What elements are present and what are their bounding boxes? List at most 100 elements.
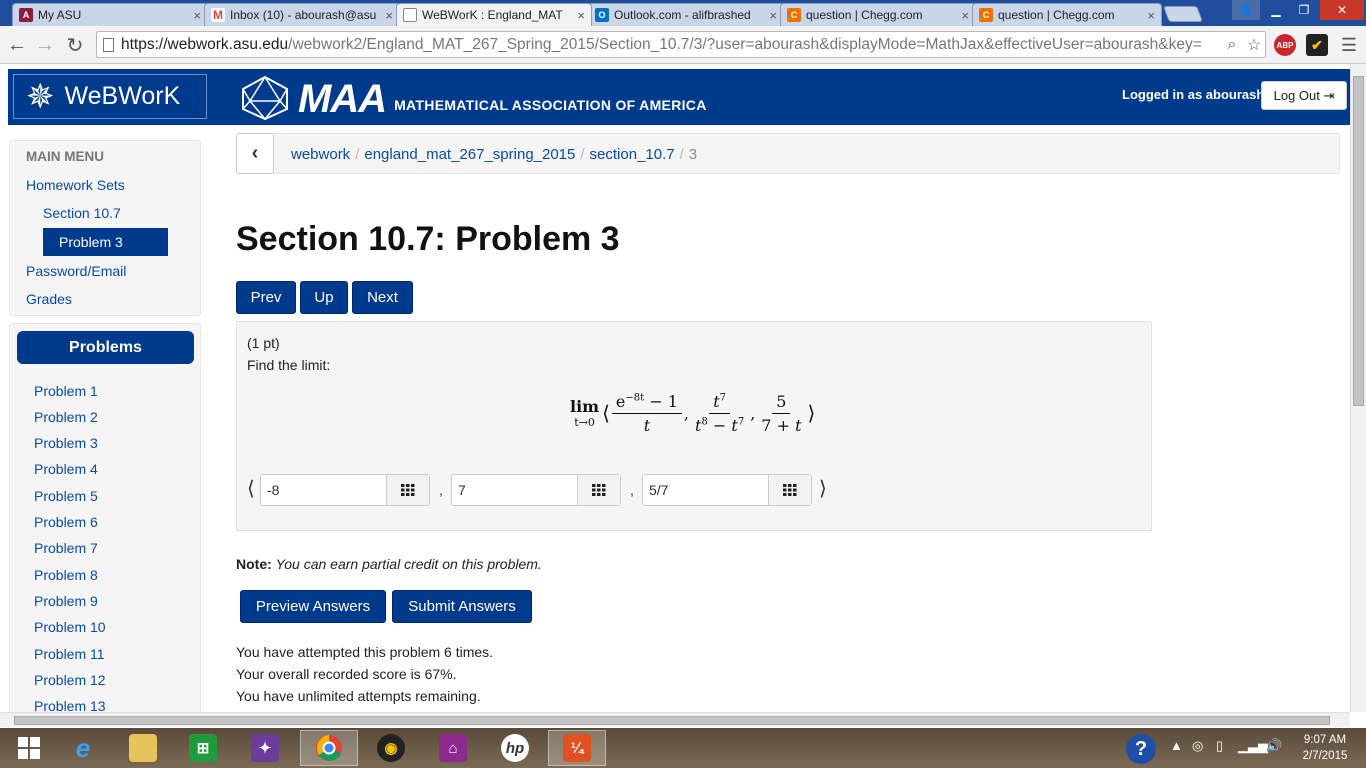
problem-link-7[interactable]: Problem 7 (34, 540, 98, 556)
problem-body: (1 pt) Find the limit: lim t→0 ⟨ e−8t − 1… (236, 321, 1152, 531)
zoom-icon[interactable]: ⌕ (1221, 32, 1243, 57)
problem-link-8[interactable]: Problem 8 (34, 567, 98, 583)
taskbar-app-projector[interactable]: ⌂ (424, 730, 482, 766)
answer-input-1[interactable] (261, 475, 388, 505)
new-tab-button[interactable] (1163, 6, 1203, 22)
puzzle-icon: ✦ (251, 734, 279, 762)
problem-link-1[interactable]: Problem 1 (34, 383, 98, 399)
projector-icon: ⌂ (439, 734, 467, 762)
tab-gmail[interactable]: M Inbox (10) - abourash@asu × (204, 3, 400, 26)
webwork-logo[interactable]: ✵ WeBWorK (13, 74, 207, 119)
logout-button[interactable]: Log Out ⇥ (1261, 81, 1347, 110)
close-icon[interactable]: × (1147, 8, 1155, 23)
volume-icon[interactable]: 🔊 (1266, 738, 1282, 754)
keypad-icon[interactable] (386, 475, 429, 505)
taskbar-hp[interactable]: hp (486, 730, 544, 766)
disc-icon: ◉ (377, 734, 405, 762)
adblock-icon[interactable]: ABP (1274, 34, 1296, 56)
problem-link-10[interactable]: Problem 10 (34, 619, 106, 635)
bookmark-star-icon[interactable]: ☆ (1243, 32, 1265, 57)
help-icon[interactable]: ? (1126, 734, 1156, 764)
folder-icon (129, 734, 157, 762)
answer-input-2[interactable] (452, 475, 579, 505)
answer-input-3[interactable] (643, 475, 770, 505)
prev-button[interactable]: Prev (236, 281, 296, 314)
windows-taskbar: e ⊞ ✦ ◉ ⌂ hp ¼ ? ▲ ◎ ▯ ▁▃▅ 🔊 9:07 AM 2/7… (0, 728, 1366, 768)
tab-outlook[interactable]: O Outlook.com - alifbrashed × (588, 3, 784, 26)
asu-icon: A (19, 8, 33, 22)
reload-icon[interactable]: ↻ (62, 32, 88, 58)
close-icon[interactable]: × (769, 8, 777, 23)
problem-link-3[interactable]: Problem 3 (34, 435, 98, 451)
problem-link-9[interactable]: Problem 9 (34, 593, 98, 609)
window-close-icon[interactable]: ✕ (1320, 0, 1364, 20)
chrome-icon (316, 735, 342, 761)
next-button[interactable]: Next (352, 281, 413, 314)
horizontal-scrollbar[interactable] (0, 712, 1350, 727)
preview-answers-button[interactable]: Preview Answers (240, 590, 386, 623)
restore-icon[interactable]: ❐ (1290, 0, 1318, 20)
taskbar-explorer[interactable] (114, 730, 172, 766)
sidebar-item-homework-sets[interactable]: Homework Sets (26, 177, 125, 193)
browser-toolbar: ← → ↻ https://webwork.asu.edu/webwork2/E… (0, 26, 1366, 64)
system-clock[interactable]: 9:07 AM 2/7/2015 (1292, 732, 1358, 764)
star-logo-icon: ✵ (26, 77, 55, 116)
main-menu-title: MAIN MENU (26, 149, 104, 164)
tab-my-asu[interactable]: A My ASU × (12, 3, 208, 26)
problem-link-6[interactable]: Problem 6 (34, 514, 98, 530)
close-icon[interactable]: × (385, 8, 393, 23)
taskbar-ie[interactable]: e (54, 730, 112, 766)
problem-link-4[interactable]: Problem 4 (34, 461, 98, 477)
answer-field-1 (260, 474, 430, 506)
taskbar-store[interactable]: ⊞ (174, 730, 232, 766)
back-arrow-icon[interactable]: ← (4, 32, 30, 58)
scroll-thumb[interactable] (14, 716, 1330, 725)
tab-chegg-2[interactable]: C question | Chegg.com × (972, 3, 1162, 26)
address-bar[interactable]: https://webwork.asu.edu/webwork2/England… (96, 31, 1266, 58)
checkmark-extension-icon[interactable]: ✔ (1306, 34, 1328, 56)
menu-icon[interactable]: ☰ (1336, 32, 1362, 58)
sidebar-item-grades[interactable]: Grades (26, 291, 72, 307)
vertical-scrollbar[interactable] (1350, 64, 1366, 712)
user-icon[interactable]: 👤 (1232, 0, 1260, 20)
problem-link-2[interactable]: Problem 2 (34, 409, 98, 425)
browser-tabstrip: A My ASU × M Inbox (10) - abourash@asu ×… (0, 0, 1366, 26)
close-icon[interactable]: × (193, 8, 201, 23)
keypad-icon[interactable] (577, 475, 620, 505)
tab-webwork[interactable]: WeBWorK : England_MAT × (396, 3, 592, 26)
problems-panel: Problems Problem 1 Problem 2 Problem 3 P… (9, 323, 201, 723)
close-icon[interactable]: × (961, 8, 969, 23)
page-icon (103, 38, 114, 52)
minimize-icon[interactable]: ▁ (1262, 0, 1290, 20)
start-button[interactable] (0, 730, 58, 766)
forward-arrow-icon[interactable]: → (32, 32, 58, 58)
problem-link-11[interactable]: Problem 11 (34, 646, 105, 662)
problem-link-12[interactable]: Problem 12 (34, 672, 106, 688)
show-hidden-icons[interactable]: ▲ (1170, 738, 1183, 753)
maa-icosahedron-icon (242, 75, 288, 121)
taskbar-pdf[interactable]: ¼ (548, 730, 606, 766)
breadcrumb-webwork[interactable]: webwork (291, 146, 350, 163)
taskbar-chrome[interactable] (300, 730, 358, 766)
sidebar-item-password-email[interactable]: Password/Email (26, 263, 126, 279)
battery-icon[interactable]: ▯ (1216, 738, 1223, 754)
problem-link-5[interactable]: Problem 5 (34, 488, 98, 504)
answer-field-2 (451, 474, 621, 506)
taskbar-app-puzzle[interactable]: ✦ (236, 730, 294, 766)
chevron-left-icon[interactable]: ‹ (236, 133, 274, 174)
close-icon[interactable]: × (577, 8, 585, 23)
internet-explorer-icon: e (75, 732, 91, 763)
sidebar-item-problem-active[interactable]: Problem 3 (43, 228, 168, 256)
up-button[interactable]: Up (300, 281, 348, 314)
submit-row: Preview Answers Submit Answers (240, 590, 532, 623)
submit-answers-button[interactable]: Submit Answers (392, 590, 532, 623)
tray-app-icon[interactable]: ◎ (1192, 738, 1203, 754)
taskbar-app-disc[interactable]: ◉ (362, 730, 420, 766)
breadcrumb-section[interactable]: section_10.7 (590, 146, 675, 163)
scroll-thumb[interactable] (1353, 76, 1364, 406)
network-signal-icon[interactable]: ▁▃▅ (1238, 738, 1268, 754)
tab-chegg-1[interactable]: C question | Chegg.com × (780, 3, 976, 26)
sidebar-item-section[interactable]: Section 10.7 (43, 205, 121, 221)
keypad-icon[interactable] (768, 475, 811, 505)
breadcrumb-course[interactable]: england_mat_267_spring_2015 (364, 146, 575, 163)
